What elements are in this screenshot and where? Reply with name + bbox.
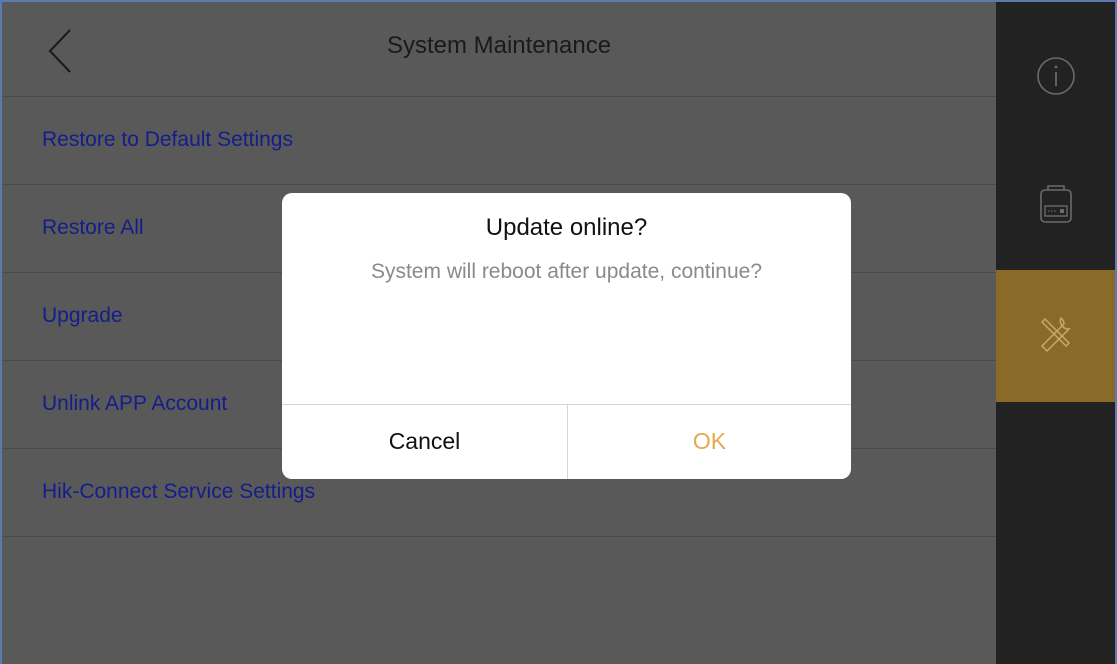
menu-item-label: Restore All: [42, 216, 144, 239]
info-icon: [1037, 57, 1075, 95]
ok-button[interactable]: OK: [568, 405, 851, 479]
dialog-title: Update online?: [485, 214, 648, 241]
sidebar-item-maintenance[interactable]: [996, 270, 1115, 402]
cancel-button[interactable]: Cancel: [282, 405, 568, 479]
menu-item-label: Unlink APP Account: [42, 392, 228, 415]
confirm-dialog: Update online? System will reboot after …: [282, 193, 851, 479]
device-icon: [1040, 185, 1072, 223]
menu-item-label: Restore to Default Settings: [42, 128, 293, 151]
dialog-buttons: Cancel OK: [282, 404, 851, 479]
sidebar-item-info[interactable]: [996, 2, 1115, 134]
menu-item-label: Upgrade: [42, 304, 123, 327]
menu-item-label: Hik-Connect Service Settings: [42, 480, 316, 503]
menu-item-restore-default[interactable]: Restore to Default Settings: [2, 97, 996, 185]
dialog-message: System will reboot after update, continu…: [370, 260, 763, 283]
sidebar: [996, 2, 1115, 664]
page-title: System Maintenance: [386, 32, 612, 59]
sidebar-item-device[interactable]: [996, 134, 1115, 266]
screen: System Maintenance Restore to Default Se…: [2, 2, 1115, 664]
tools-icon: [1040, 316, 1071, 353]
header: System Maintenance: [2, 2, 996, 97]
